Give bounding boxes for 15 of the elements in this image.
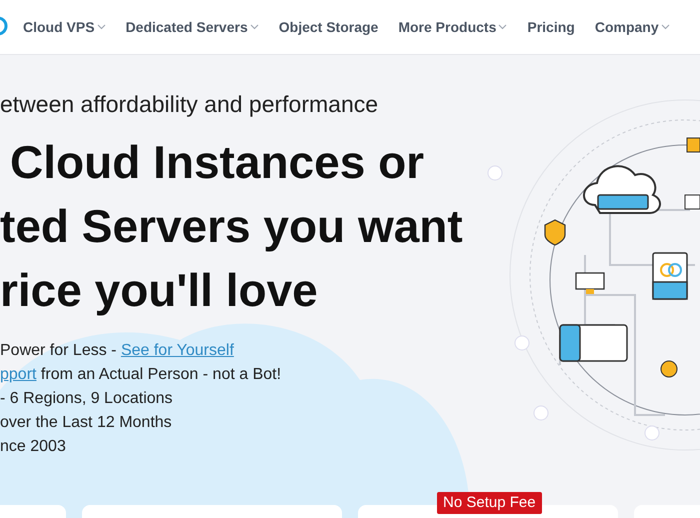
hero-headline: ted Servers you want [0,199,464,254]
nav-link[interactable]: Object Storage [278,16,378,38]
feature-text: nce 2003 [0,437,67,457]
card-badge: No Setup Fee [437,492,542,514]
hero-headline: rice you'll love [0,263,319,318]
nav-link[interactable]: Company [594,16,670,38]
nav-link[interactable]: More Products [398,16,508,38]
feature-text: over the Last 12 Months [0,413,173,433]
feature-text: pport from an Actual Person - not a Bot! [0,365,282,385]
hero-subtitle: etween affordability and performance [0,93,380,116]
nav-link[interactable]: Pricing [527,16,575,38]
nav-link[interactable]: Dedicated Servers [126,16,259,38]
nav-link[interactable]: Cloud VPS [23,16,106,38]
hero-headline: Cloud Instances or [9,135,426,190]
feature-text: - 6 Regions, 9 Locations [0,389,174,409]
